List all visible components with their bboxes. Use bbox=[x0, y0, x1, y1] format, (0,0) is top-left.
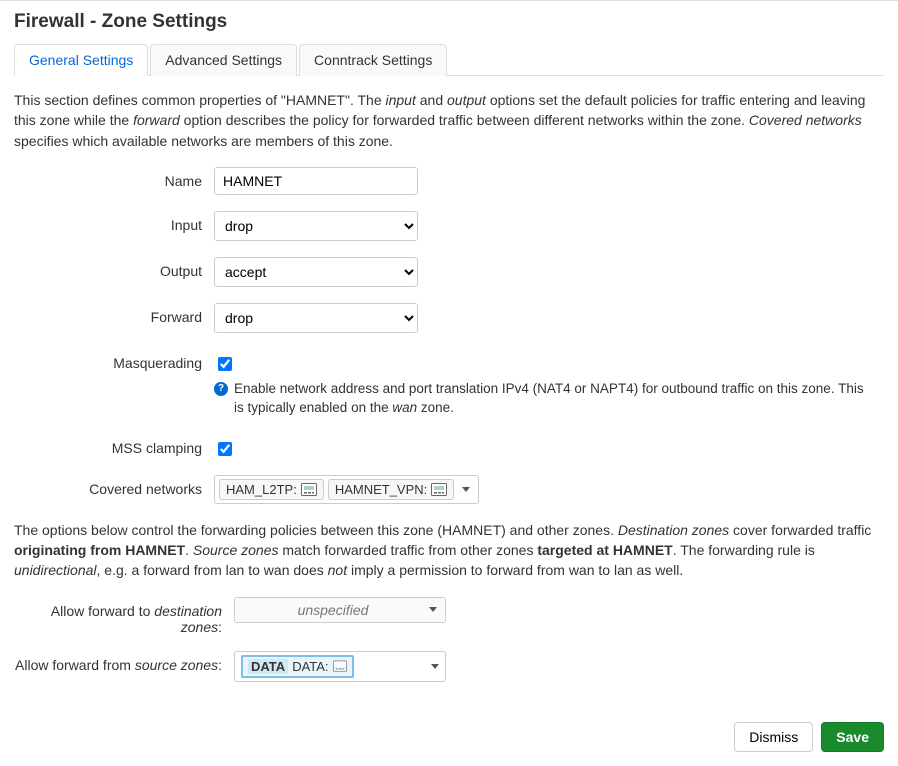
tab-bar: General Settings Advanced Settings Connt… bbox=[14, 43, 884, 76]
network-device-icon bbox=[301, 483, 317, 496]
label-allow-forward-to: Allow forward to destination zones: bbox=[14, 597, 234, 635]
network-device-icon bbox=[431, 483, 447, 496]
label-masquerading: Masquerading bbox=[14, 349, 214, 371]
save-button[interactable]: Save bbox=[821, 722, 884, 752]
label-mss: MSS clamping bbox=[14, 434, 214, 456]
forward-select[interactable]: drop bbox=[214, 303, 418, 333]
chevron-down-icon bbox=[429, 607, 437, 612]
label-output: Output bbox=[14, 257, 214, 279]
dialog-footer: Dismiss Save bbox=[0, 708, 898, 766]
network-device-icon bbox=[333, 660, 347, 672]
covered-network-tag-1[interactable]: HAM_L2TP: bbox=[219, 479, 324, 500]
mss-checkbox[interactable] bbox=[218, 442, 232, 456]
label-covered-networks: Covered networks bbox=[14, 475, 214, 497]
masquerading-checkbox[interactable] bbox=[218, 357, 232, 371]
masquerading-help: ? Enable network address and port transl… bbox=[214, 380, 864, 418]
label-input: Input bbox=[14, 211, 214, 233]
destination-zones-select[interactable]: unspecified bbox=[234, 597, 446, 623]
source-zone-chip[interactable]: DATA DATA: bbox=[241, 655, 354, 678]
label-name: Name bbox=[14, 167, 214, 189]
label-allow-forward-from: Allow forward from source zones: bbox=[14, 651, 234, 673]
info-icon: ? bbox=[214, 382, 228, 396]
intro-text: This section defines common properties o… bbox=[14, 90, 884, 151]
tab-conntrack[interactable]: Conntrack Settings bbox=[299, 44, 447, 76]
covered-network-tag-2[interactable]: HAMNET_VPN: bbox=[328, 479, 454, 500]
chevron-down-icon bbox=[462, 487, 470, 492]
output-select[interactable]: accept bbox=[214, 257, 418, 287]
tab-general[interactable]: General Settings bbox=[14, 44, 148, 76]
tab-advanced[interactable]: Advanced Settings bbox=[150, 44, 297, 76]
page-title: Firewall - Zone Settings bbox=[14, 11, 884, 33]
source-zones-select[interactable]: DATA DATA: bbox=[234, 651, 446, 682]
covered-networks-select[interactable]: HAM_L2TP: HAMNET_VPN: bbox=[214, 475, 479, 504]
input-select[interactable]: drop bbox=[214, 211, 418, 241]
dismiss-button[interactable]: Dismiss bbox=[734, 722, 813, 752]
forwarding-desc: The options below control the forwarding… bbox=[14, 520, 884, 581]
label-forward: Forward bbox=[14, 303, 214, 325]
chevron-down-icon bbox=[431, 664, 439, 669]
name-input[interactable] bbox=[214, 167, 418, 195]
